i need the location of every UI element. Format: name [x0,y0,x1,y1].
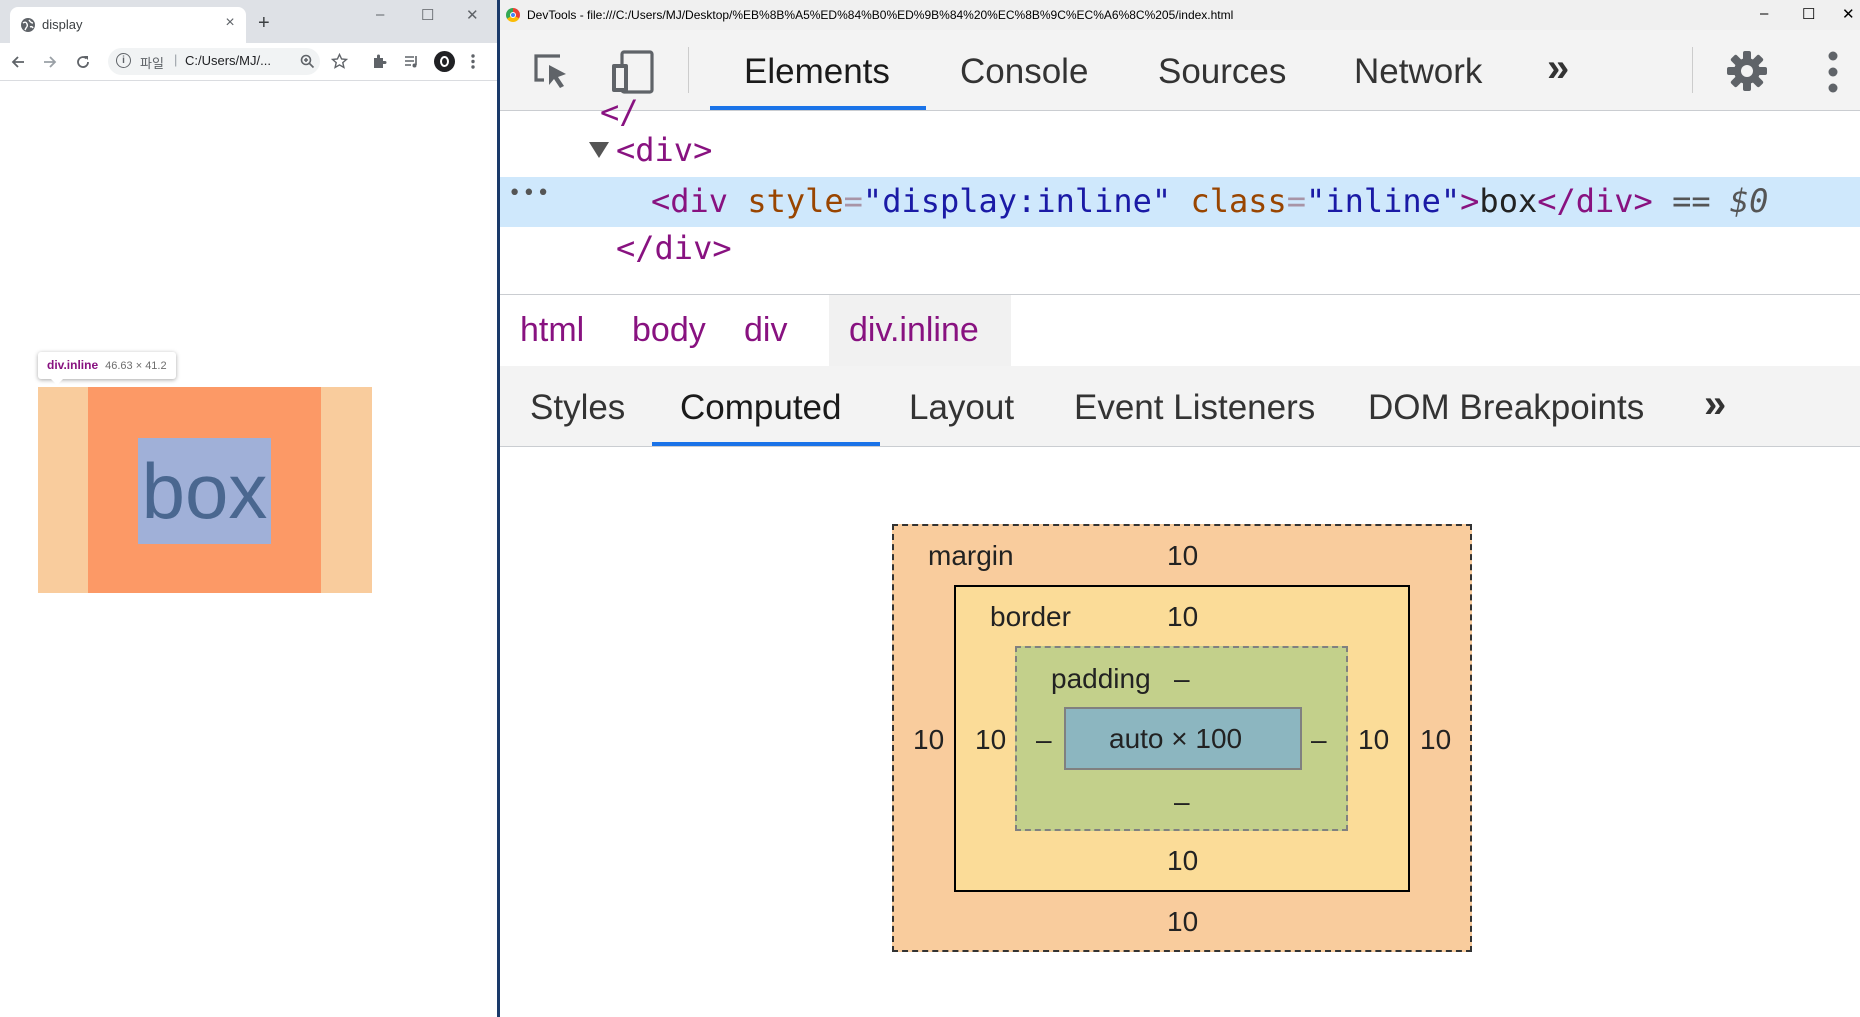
dom-tree: </ <div> ••• <div style="display:inline"… [500,93,1860,293]
border-left-value[interactable]: 10 [975,724,1006,756]
url-text[interactable]: C:/Users/MJ/... [185,53,271,68]
expand-triangle-icon[interactable] [588,141,610,159]
zoom-icon[interactable] [300,54,315,69]
console-ref: == $0 [1672,182,1769,220]
crumb-div-inline[interactable]: div.inline [849,311,979,350]
new-tab-button[interactable]: + [258,12,270,35]
sel-text-node: box [1479,182,1538,220]
tab-title: display [42,17,83,32]
row-actions-icon[interactable]: ••• [508,181,551,206]
margin-right-value[interactable]: 10 [1420,724,1451,756]
tooltip-dimensions: 46.63 × 41.2 [105,360,167,372]
tooltip-arrow [50,378,64,385]
border-label: border [990,601,1071,632]
inspect-icon[interactable] [530,50,574,94]
menu-icon[interactable] [470,53,476,70]
margin-top-value[interactable]: 10 [1167,540,1198,572]
sel-open-tag: <div [651,182,729,220]
media-icon[interactable] [403,53,420,70]
sel-close-tag: </div> [1537,182,1653,220]
settings-icon[interactable] [1724,48,1770,94]
breadcrumb: html body div div.inline [500,294,1860,367]
tab-console[interactable]: Console [960,52,1088,92]
attr-class-name: class [1190,182,1287,220]
devtools-maximize-button[interactable]: ☐ [1802,5,1815,23]
subtab-dom-breakpoints[interactable]: DOM Breakpoints [1368,388,1644,428]
subtab-layout[interactable]: Layout [909,388,1014,428]
profile-avatar[interactable] [434,51,455,72]
toolbar-separator [688,47,689,93]
profile-icon [440,56,449,67]
back-icon[interactable] [10,54,26,70]
address-bar[interactable]: i 파일 | C:/Users/MJ/... [108,48,320,75]
sidebar-tabs: Styles Computed Layout Event Listeners D… [500,366,1860,447]
forward-icon[interactable] [42,54,58,70]
margin-bottom-value[interactable]: 10 [1167,906,1198,938]
margin-left-value[interactable]: 10 [913,724,944,756]
crumb-body[interactable]: body [632,311,706,350]
dom-line-div-open[interactable]: <div> [616,131,712,169]
crumb-div[interactable]: div [744,311,787,350]
attr-class-value: "inline" [1306,182,1461,220]
dom-line-div-close[interactable]: </div> [616,229,732,267]
tooltip-tag: div.inline [47,358,99,372]
browser-toolbar: i 파일 | C:/Users/MJ/... [0,43,497,81]
more-subtabs-icon[interactable]: » [1704,382,1726,427]
star-icon[interactable] [331,53,348,70]
toolbar-separator-2 [1692,47,1693,93]
padding-top-value[interactable]: – [1174,663,1190,695]
browser-tab[interactable]: display × [10,7,246,43]
devtools-main-toolbar: Elements Console Sources Network » [500,30,1860,111]
element-tooltip: div.inline 46.63 × 41.2 [38,352,176,379]
minimize-button[interactable]: – [376,6,384,23]
tab-sources[interactable]: Sources [1158,52,1286,92]
device-toggle-icon[interactable] [608,48,656,96]
selected-dom-line[interactable]: <div style="display:inline" class="inlin… [651,182,1768,220]
box-element-text[interactable]: box [138,438,271,544]
info-icon[interactable]: i [116,53,131,68]
padding-left-value[interactable]: – [1036,724,1052,756]
padding-label: padding [1051,663,1151,694]
more-tabs-icon[interactable]: » [1547,46,1569,91]
maximize-button[interactable]: ☐ [421,6,434,24]
extensions-icon[interactable] [371,53,388,70]
browser-window: display × + – ☐ ✕ i 파일 | C:/Users/MJ/... [0,0,497,1017]
chrome-logo-icon [506,8,520,22]
active-subtab-indicator [652,442,880,446]
reload-icon[interactable] [75,54,91,70]
content-size[interactable]: auto × 100 [1109,723,1242,755]
dom-line-clipped: </ [600,93,639,131]
attr-eq-2: = [1286,182,1307,220]
subtab-event-listeners[interactable]: Event Listeners [1074,388,1315,428]
border-bottom-value[interactable]: 10 [1167,845,1198,877]
close-window-button[interactable]: ✕ [466,6,479,24]
devtools-minimize-button[interactable]: – [1760,5,1768,22]
devtools-title: DevTools - file:///C:/Users/MJ/Desktop/%… [527,8,1234,22]
border-right-value[interactable]: 10 [1358,724,1389,756]
attr-style-value: "display:inline" [862,182,1172,220]
padding-bottom-value[interactable]: – [1174,786,1190,818]
url-divider: | [174,52,178,67]
active-tab-indicator [710,106,926,110]
attr-style-name: style [747,182,844,220]
crumb-html[interactable]: html [520,311,584,350]
subtab-computed[interactable]: Computed [680,388,841,428]
devtools-close-button[interactable]: ✕ [1842,5,1855,23]
subtab-styles[interactable]: Styles [530,388,625,428]
tab-strip: display × + – ☐ ✕ [0,0,497,43]
globe-icon [21,18,35,32]
kebab-menu-icon[interactable] [1827,50,1839,94]
tab-elements[interactable]: Elements [744,52,890,92]
padding-right-value[interactable]: – [1311,724,1327,756]
tab-close-icon[interactable]: × [221,14,239,32]
sel-tag-end: > [1460,182,1480,220]
tab-network[interactable]: Network [1354,52,1482,92]
attr-eq: = [843,182,863,220]
border-top-value[interactable]: 10 [1167,601,1198,633]
margin-label: margin [928,540,1014,571]
url-scheme: 파일 [140,56,164,71]
devtools-titlebar: DevTools - file:///C:/Users/MJ/Desktop/%… [500,0,1860,30]
